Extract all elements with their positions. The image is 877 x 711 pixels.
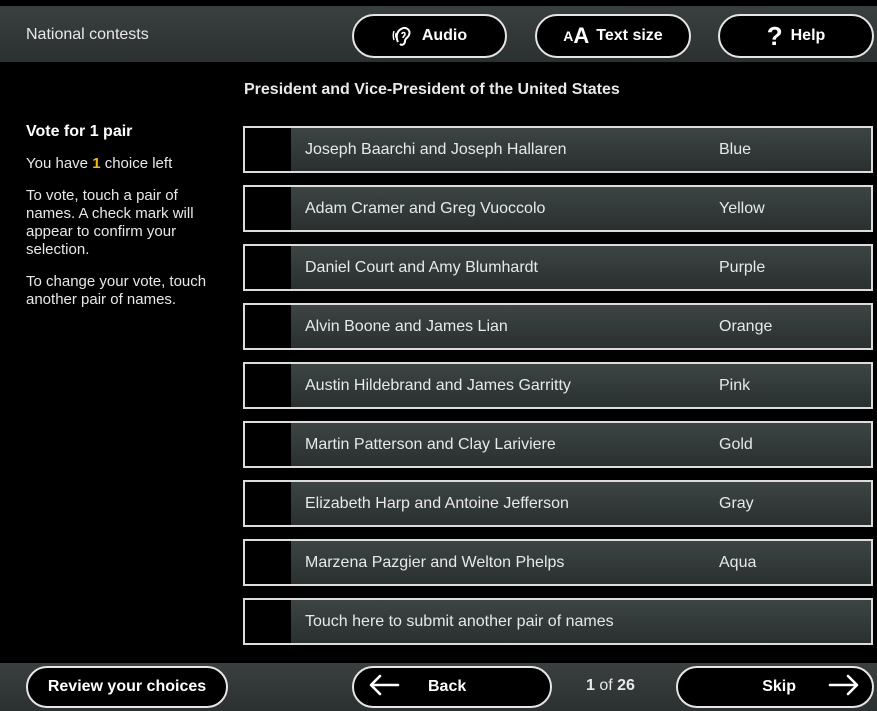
candidate-party: Aqua	[719, 553, 757, 571]
checkbox-area	[245, 128, 291, 171]
text-size-button[interactable]: AA Text size	[535, 14, 691, 58]
candidate-row[interactable]: Marzena Pazgier and Welton Phelps Aqua	[243, 539, 873, 586]
checkbox-area	[245, 246, 291, 289]
candidate-row[interactable]: Adam Cramer and Greg Vuoccolo Yellow	[243, 185, 873, 232]
vote-for-heading: Vote for 1 pair	[26, 123, 133, 140]
write-in-label: Touch here to submit another pair of nam…	[305, 612, 614, 630]
checkbox-area	[245, 364, 291, 407]
candidate-row[interactable]: Daniel Court and Amy Blumhardt Purple	[243, 244, 873, 291]
help-question-icon: ?	[766, 21, 783, 51]
skip-button[interactable]: Skip	[676, 666, 874, 708]
candidate-party: Orange	[719, 317, 773, 335]
footer-bar: Review your choices Back 1 of 26 Skip	[0, 663, 877, 711]
contest-title: President and Vice-President of the Unit…	[244, 81, 620, 98]
candidate-party: Gray	[719, 494, 754, 512]
candidate-list: Joseph Baarchi and Joseph Hallaren Blue …	[243, 126, 873, 657]
candidate-names: Elizabeth Harp and Antoine Jefferson	[305, 494, 569, 512]
candidate-row[interactable]: Martin Patterson and Clay Lariviere Gold	[243, 421, 873, 468]
candidate-names: Adam Cramer and Greg Vuoccolo	[305, 199, 546, 217]
checkbox-area	[245, 600, 291, 643]
checkbox-area	[245, 423, 291, 466]
candidate-party: Pink	[719, 376, 751, 394]
how-to-vote-text: To vote, touch a pair of names. A check …	[26, 187, 194, 258]
checkbox-area	[245, 187, 291, 230]
arrow-right-icon	[828, 674, 860, 701]
back-label: Back	[428, 678, 467, 695]
arrow-left-icon	[368, 674, 400, 701]
review-choices-button[interactable]: Review your choices	[26, 666, 228, 708]
candidate-row[interactable]: Austin Hildebrand and James Garritty Pin…	[243, 362, 873, 409]
audio-button[interactable]: Audio	[352, 14, 507, 58]
checkbox-area	[245, 541, 291, 584]
instructions-panel: Vote for 1 pair You have 1 choice left T…	[26, 123, 226, 323]
page-current: 1	[586, 677, 595, 694]
choices-left-text: You have 1 choice left	[26, 155, 173, 172]
candidate-party: Blue	[719, 140, 752, 158]
page-total: 26	[617, 677, 635, 694]
checkbox-area	[245, 305, 291, 348]
audio-hearing-icon	[392, 24, 414, 48]
candidate-names: Daniel Court and Amy Blumhardt	[305, 258, 538, 276]
candidate-names: Marzena Pazgier and Welton Phelps	[305, 553, 565, 571]
candidate-names: Joseph Baarchi and Joseph Hallaren	[305, 140, 567, 158]
choices-left-count: 1	[92, 155, 101, 172]
checkbox-area	[245, 482, 291, 525]
section-label: National contests	[26, 26, 149, 43]
how-to-change-text: To change your vote, touch another pair …	[26, 273, 207, 308]
candidate-party: Yellow	[719, 199, 765, 217]
candidate-row[interactable]: Alvin Boone and James Lian Orange	[243, 303, 873, 350]
review-choices-label: Review your choices	[47, 678, 207, 695]
text-size-icon: AA	[563, 23, 589, 48]
help-label: Help	[790, 27, 826, 44]
candidate-row[interactable]: Joseph Baarchi and Joseph Hallaren Blue	[243, 126, 873, 173]
text-size-label: Text size	[596, 27, 663, 44]
write-in-row[interactable]: Touch here to submit another pair of nam…	[243, 598, 873, 645]
audio-label: Audio	[421, 27, 468, 44]
page-indicator: 1 of 26	[586, 677, 635, 694]
candidate-party: Purple	[719, 258, 766, 276]
header-bar: National contests Audio AA Text size ? H…	[0, 6, 877, 62]
skip-label: Skip	[762, 678, 796, 695]
candidate-party: Gold	[719, 435, 753, 453]
candidate-names: Martin Patterson and Clay Lariviere	[305, 435, 556, 453]
back-button[interactable]: Back	[352, 666, 552, 708]
candidate-names: Austin Hildebrand and James Garritty	[305, 376, 571, 394]
candidate-row[interactable]: Elizabeth Harp and Antoine Jefferson Gra…	[243, 480, 873, 527]
candidate-names: Alvin Boone and James Lian	[305, 317, 508, 335]
help-button[interactable]: ? Help	[718, 14, 874, 58]
